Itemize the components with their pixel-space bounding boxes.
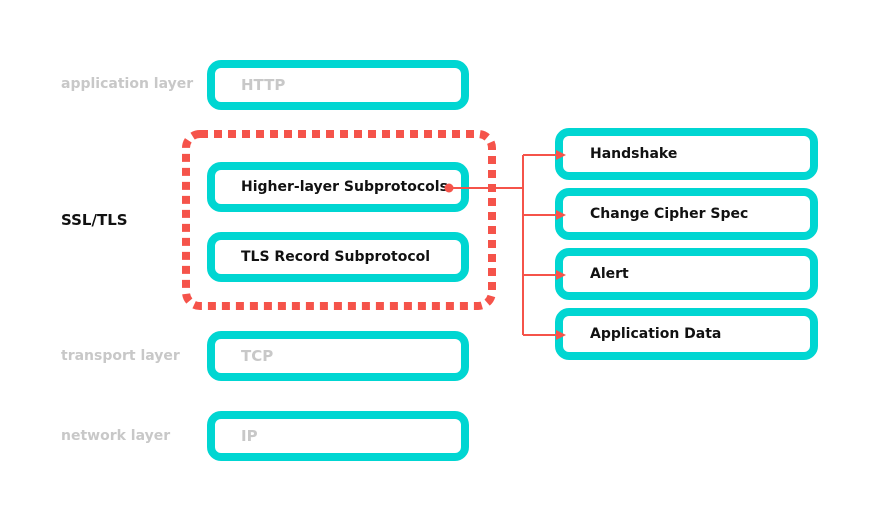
tcp-box: TCP bbox=[207, 331, 469, 381]
subprotocol-label: Alert bbox=[590, 266, 629, 282]
subprotocol-box-change-cipher-spec: Change Cipher Spec bbox=[555, 188, 818, 240]
ssl-tls-label: SSL/TLS bbox=[61, 211, 128, 229]
subprotocol-box-alert: Alert bbox=[555, 248, 818, 300]
subprotocol-label: Handshake bbox=[590, 146, 678, 162]
ip-box: IP bbox=[207, 411, 469, 461]
http-label: HTTP bbox=[241, 76, 286, 94]
tcp-label: TCP bbox=[241, 347, 274, 365]
tls-record-subprotocol-box: TLS Record Subprotocol bbox=[207, 232, 469, 282]
http-box: HTTP bbox=[207, 60, 469, 110]
subprotocol-box-handshake: Handshake bbox=[555, 128, 818, 180]
higher-layer-subprotocols-label: Higher-layer Subprotocols bbox=[241, 179, 448, 195]
tls-record-subprotocol-label: TLS Record Subprotocol bbox=[241, 249, 431, 265]
higher-layer-subprotocols-box: Higher-layer Subprotocols bbox=[207, 162, 469, 212]
application-layer-label: application layer bbox=[61, 76, 194, 92]
subprotocol-label: Application Data bbox=[590, 326, 722, 342]
network-layer-label: network layer bbox=[61, 428, 171, 444]
ip-label: IP bbox=[241, 427, 258, 445]
transport-layer-label: transport layer bbox=[61, 348, 180, 364]
subprotocol-label: Change Cipher Spec bbox=[590, 206, 749, 222]
subprotocol-box-application-data: Application Data bbox=[555, 308, 818, 360]
